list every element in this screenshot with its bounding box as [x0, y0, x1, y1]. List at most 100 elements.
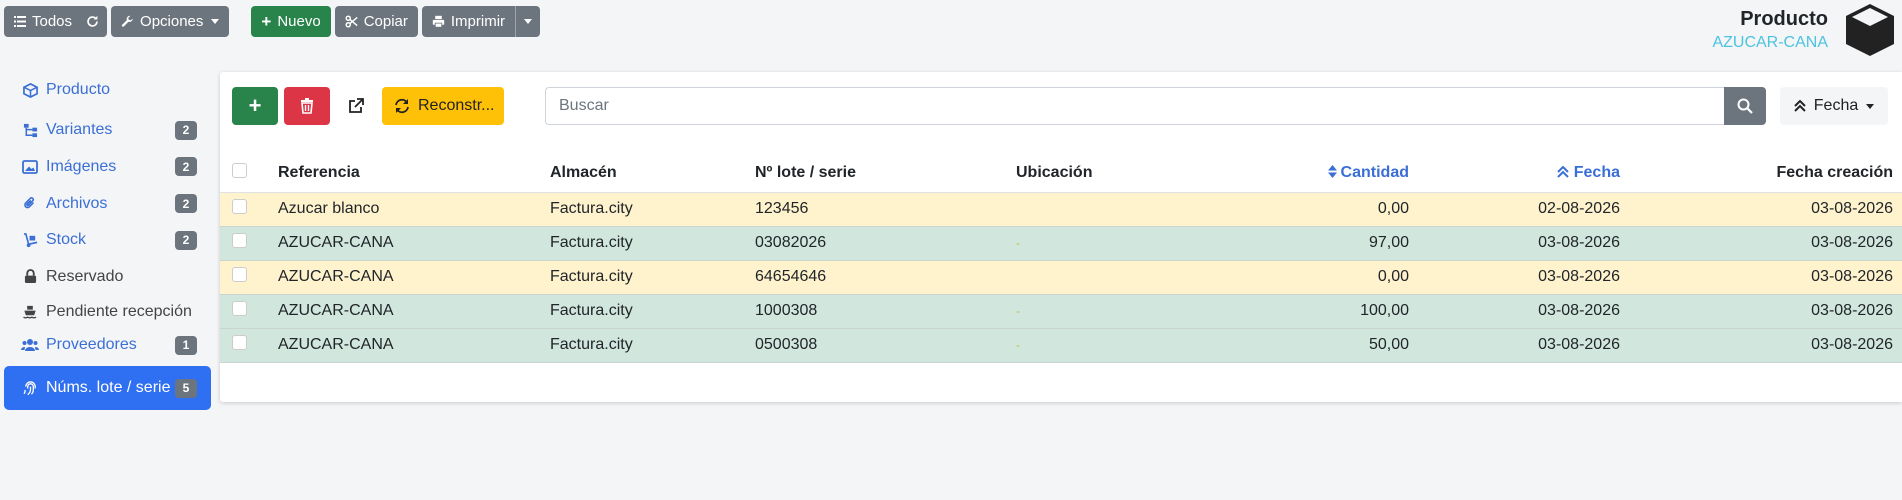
cell-cantidad: 97,00: [1186, 226, 1409, 261]
cell-fecha-creacion: 03-08-2026: [1620, 260, 1902, 295]
row-checkbox[interactable]: [232, 301, 247, 316]
select-all-cell: [220, 154, 278, 193]
cell-referencia: Azucar blanco: [278, 192, 550, 227]
sidebar-item-label: Producto: [46, 81, 111, 98]
sidebar-item-variantes[interactable]: Variantes 2: [4, 112, 211, 148]
page-title: Producto: [1740, 8, 1828, 30]
trash-icon: [300, 98, 314, 114]
cell-ubicacion: -: [1016, 226, 1186, 261]
row-checkbox[interactable]: [232, 233, 247, 248]
cell-referencia: AZUCAR-CANA: [278, 294, 550, 329]
count-badge: 1: [175, 335, 197, 355]
chevron-down-icon: [211, 19, 220, 24]
row-checkbox[interactable]: [232, 335, 247, 350]
sidebar-item-label: Stock: [46, 231, 87, 248]
sitemap-icon: [20, 123, 40, 138]
table-header-row: Referencia Almacén Nº lote / serie Ubica…: [220, 154, 1902, 193]
search-button[interactable]: [1724, 87, 1766, 125]
arrows-rotate-icon: [394, 98, 410, 114]
table-row[interactable]: AZUCAR-CANA Factura.city 64654646 0,00 0…: [220, 260, 1902, 295]
cell-ubicacion: -: [1016, 328, 1186, 363]
users-icon: [20, 338, 40, 352]
page-subtitle: AZUCAR-CANA: [1712, 34, 1828, 51]
sidebar-item-imagenes[interactable]: Imágenes 2: [4, 148, 211, 185]
table-row[interactable]: AZUCAR-CANA Factura.city 1000308 - 100,0…: [220, 294, 1902, 329]
table-row[interactable]: Azucar blanco Factura.city 123456 0,00 0…: [220, 192, 1902, 227]
sidebar-item-label: Variantes: [46, 121, 113, 138]
opciones-button[interactable]: Opciones: [111, 6, 230, 37]
double-chevron-up-icon: [1794, 100, 1806, 112]
count-badge: 2: [175, 230, 197, 250]
table-row[interactable]: AZUCAR-CANA Factura.city 03082026 - 97,0…: [220, 226, 1902, 261]
delete-button[interactable]: [284, 87, 330, 125]
sidebar: Producto Variantes 2 Imágenes 2 Archivos…: [4, 72, 211, 410]
sidebar-item-nums-lote-serie[interactable]: Núms. lote / serie 5: [4, 366, 211, 410]
imprimir-group: Imprimir: [421, 6, 544, 37]
search-icon: [1737, 98, 1753, 114]
todos-label: Todos: [32, 13, 73, 30]
copiar-label: Copiar: [363, 13, 408, 30]
open-external-button[interactable]: [336, 87, 376, 125]
sort-dropdown-button[interactable]: Fecha: [1780, 87, 1888, 125]
sidebar-item-reservado[interactable]: Reservado: [4, 258, 211, 295]
search-input[interactable]: [545, 87, 1724, 125]
cell-almacen: Factura.city: [550, 226, 755, 261]
cell-cantidad: 0,00: [1186, 192, 1409, 227]
chevron-down-icon: [524, 19, 533, 24]
cell-lote: 03082026: [755, 226, 1016, 261]
col-ubicacion[interactable]: Ubicación: [1016, 154, 1186, 193]
plus-icon: +: [248, 93, 262, 118]
cell-ubicacion: [1016, 260, 1186, 295]
cell-referencia: AZUCAR-CANA: [278, 226, 550, 261]
imprimir-button[interactable]: Imprimir: [421, 6, 516, 37]
cell-fecha: 03-08-2026: [1409, 328, 1620, 363]
select-all-checkbox[interactable]: [232, 162, 247, 178]
cell-fecha: 02-08-2026: [1409, 192, 1620, 227]
sidebar-item-archivos[interactable]: Archivos 2: [4, 185, 211, 222]
sidebar-item-stock[interactable]: Stock 2: [4, 222, 211, 258]
table-row[interactable]: AZUCAR-CANA Factura.city 0500308 - 50,00…: [220, 328, 1902, 363]
sidebar-item-label: Proveedores: [46, 336, 137, 353]
cell-fecha-creacion: 03-08-2026: [1620, 328, 1902, 363]
cell-almacen: Factura.city: [550, 328, 755, 363]
cell-cantidad: 0,00: [1186, 260, 1409, 295]
count-badge: 2: [175, 120, 197, 140]
sort-label: Fecha: [1813, 97, 1859, 114]
cell-lote: 123456: [755, 192, 1016, 227]
cell-lote: 0500308: [755, 328, 1016, 363]
refresh-icon[interactable]: [86, 15, 99, 28]
cell-fecha-creacion: 03-08-2026: [1620, 226, 1902, 261]
col-fecha-creacion[interactable]: Fecha creación: [1620, 154, 1902, 193]
cell-almacen: Factura.city: [550, 294, 755, 329]
cell-almacen: Factura.city: [550, 260, 755, 295]
todos-button[interactable]: Todos: [4, 6, 108, 37]
imprimir-dropdown-toggle[interactable]: [515, 6, 541, 37]
sidebar-item-proveedores[interactable]: Proveedores 1: [4, 328, 211, 362]
cell-lote: 1000308: [755, 294, 1016, 329]
cell-fecha: 03-08-2026: [1409, 226, 1620, 261]
add-button[interactable]: +: [232, 87, 278, 125]
dolly-icon: [20, 232, 40, 248]
sidebar-item-pendiente-recepcion[interactable]: Pendiente recepción: [4, 295, 211, 328]
list-icon: [14, 16, 26, 27]
cell-fecha-creacion: 03-08-2026: [1620, 294, 1902, 329]
cell-lote: 64654646: [755, 260, 1016, 295]
cell-fecha: 03-08-2026: [1409, 294, 1620, 329]
row-checkbox[interactable]: [232, 267, 247, 282]
sidebar-item-label: Reservado: [46, 267, 124, 285]
cell-ubicacion: [1016, 192, 1186, 227]
cell-fecha: 03-08-2026: [1409, 260, 1620, 295]
sidebar-item-producto[interactable]: Producto: [4, 72, 211, 108]
scissors-icon: [345, 15, 358, 28]
col-lote[interactable]: Nº lote / serie: [755, 154, 1016, 193]
col-cantidad[interactable]: Cantidad: [1186, 154, 1409, 193]
nuevo-button[interactable]: + Nuevo: [251, 6, 331, 37]
row-checkbox[interactable]: [232, 199, 247, 214]
col-fecha[interactable]: Fecha: [1409, 154, 1620, 193]
rebuild-button[interactable]: Reconstr...: [382, 87, 504, 125]
col-almacen[interactable]: Almacén: [550, 154, 755, 193]
cell-referencia: AZUCAR-CANA: [278, 260, 550, 295]
copiar-button[interactable]: Copiar: [334, 6, 418, 37]
rebuild-label: Reconstr...: [418, 97, 495, 114]
col-referencia[interactable]: Referencia: [278, 154, 550, 193]
